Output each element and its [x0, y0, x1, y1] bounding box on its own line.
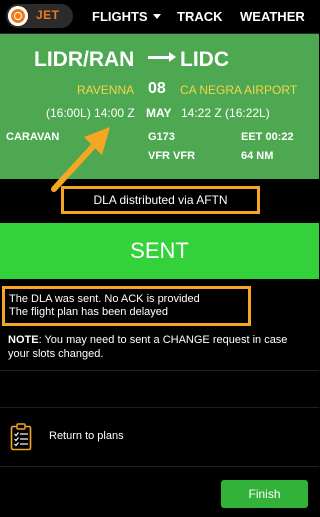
- chevron-down-icon: [152, 14, 161, 19]
- app-logo[interactable]: JET: [6, 4, 73, 28]
- clipboard-checklist-icon: [10, 423, 32, 451]
- distribution-status-box: DLA distributed via AFTN: [61, 186, 260, 214]
- finish-button[interactable]: Finish: [221, 480, 308, 508]
- route-arrival: LIDC: [180, 48, 229, 71]
- change-request-note: NOTE: You may need to sent a CHANGE requ…: [8, 333, 308, 361]
- sent-banner: SENT: [0, 223, 319, 279]
- route-distance: 64 NM: [241, 150, 274, 162]
- flight-day: 08: [148, 80, 166, 97]
- nav-flights-label: FLIGHTS: [92, 9, 148, 24]
- return-to-plans-button[interactable]: Return to plans: [0, 420, 319, 454]
- return-to-plans-label: Return to plans: [49, 430, 124, 442]
- arrival-airport-name: CA NEGRA AIRPORT: [180, 83, 298, 97]
- nav-track-link[interactable]: TRACK: [177, 9, 223, 24]
- status-line-ack: The DLA was sent. No ACK is provided: [9, 293, 200, 305]
- note-text: : You may need to sent a CHANGE request …: [8, 334, 288, 360]
- flight-summary-panel: LIDR/RAN LIDC RAVENNA 08 CA NEGRA AIRPOR…: [0, 34, 319, 179]
- nav-flights-menu[interactable]: FLIGHTS: [92, 9, 161, 24]
- estimated-elapsed-time: EET 00:22: [241, 131, 294, 143]
- route-departure: LIDR/RAN: [34, 48, 135, 71]
- departure-time: (16:00L) 14:00 Z: [46, 106, 135, 120]
- top-nav: JET FLIGHTS TRACK WEATHER: [0, 0, 319, 34]
- arrival-time: 14:22 Z (16:22L): [181, 106, 270, 120]
- status-line-delayed: The flight plan has been delayed: [9, 306, 169, 318]
- aircraft-type: CARAVAN: [6, 131, 60, 143]
- divider: [0, 466, 319, 467]
- divider: [0, 370, 319, 371]
- flight-rules: VFR VFR: [148, 150, 196, 162]
- logo-mark-icon: [8, 6, 28, 26]
- route-arrow-icon: [148, 52, 176, 62]
- divider: [0, 407, 319, 408]
- status-message-box: The DLA was sent. No ACK is provided The…: [2, 286, 251, 326]
- flight-month: MAY: [146, 106, 172, 120]
- callsign: G173: [148, 131, 175, 143]
- departure-airport-name: RAVENNA: [77, 83, 135, 97]
- nav-weather-link[interactable]: WEATHER: [240, 9, 305, 24]
- note-label: NOTE: [8, 334, 39, 346]
- logo-text: JET: [36, 8, 60, 22]
